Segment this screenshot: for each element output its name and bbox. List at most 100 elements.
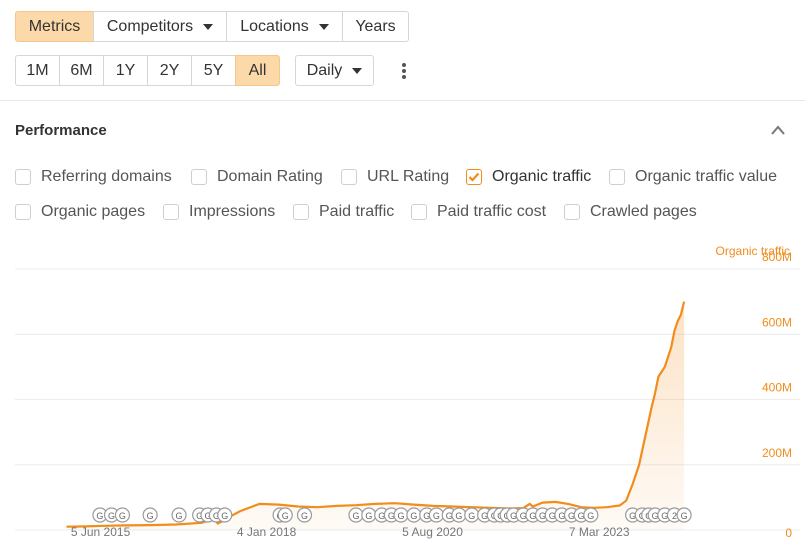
tab-metrics-label: Metrics [28, 17, 81, 35]
google-update-icon[interactable]: G [428, 507, 445, 523]
google-update-icon[interactable]: G [393, 507, 409, 523]
range-1y-button[interactable]: 1Y [103, 55, 148, 86]
x-tick-label: 5 Aug 2020 [402, 525, 463, 539]
google-update-icon[interactable]: G [171, 507, 187, 523]
tab-locations[interactable]: Locations [226, 11, 343, 42]
y-tick-label: 200M [762, 446, 792, 460]
tab-metrics[interactable]: Metrics [15, 11, 94, 42]
marker-label: G [681, 511, 688, 521]
google-update-icon[interactable]: G [296, 507, 313, 523]
metric-checkbox[interactable]: Paid traffic [293, 203, 394, 221]
marker-label: G [398, 511, 405, 521]
metric-checkbox[interactable]: URL Rating [341, 168, 449, 186]
chevron-up-icon[interactable] [770, 124, 786, 136]
caret-down-icon [352, 67, 363, 74]
section-divider [0, 100, 805, 101]
report-tabs: Metrics Competitors Locations Years [15, 11, 409, 42]
metric-checkbox[interactable]: Organic traffic [466, 168, 591, 186]
metric-checkbox[interactable]: Organic pages [15, 203, 145, 221]
chart-legend-organic-traffic[interactable]: Organic traffic [716, 244, 790, 258]
metric-label: URL Rating [367, 168, 450, 185]
marker-label: G [221, 511, 228, 521]
google-update-icon[interactable]: G [583, 507, 599, 523]
marker-label: G [301, 511, 308, 521]
checkbox-unchecked[interactable] [411, 204, 427, 220]
google-update-icon[interactable]: G [464, 507, 480, 523]
traffic-line [66, 301, 686, 528]
metric-checkbox[interactable]: Impressions [163, 203, 275, 221]
marker-label: G [108, 511, 115, 521]
marker-label: G [147, 511, 154, 521]
x-tick-label: 7 Mar 2023 [569, 525, 630, 539]
google-update-icon[interactable]: G [142, 507, 158, 523]
caret-down-icon [203, 23, 214, 30]
google-update-icon[interactable]: G [277, 507, 293, 523]
range-5y-button[interactable]: 5Y [191, 55, 236, 86]
metric-checkbox[interactable]: Crawled pages [564, 203, 697, 221]
marker-label: G [352, 511, 359, 521]
check-icon [468, 172, 480, 182]
marker-label: 2 [672, 511, 677, 521]
checkbox-unchecked[interactable] [191, 169, 207, 185]
tab-years-label: Years [355, 17, 396, 35]
marker-label: G [176, 511, 183, 521]
metric-label: Organic traffic value [635, 168, 777, 185]
caret-down-icon [318, 23, 329, 30]
tab-years[interactable]: Years [342, 11, 409, 42]
checkbox-checked[interactable] [466, 169, 482, 185]
traffic-area [66, 301, 685, 530]
google-update-icon[interactable]: G [217, 507, 233, 523]
range-all-button[interactable]: All [235, 55, 280, 86]
more-vertical-icon[interactable] [397, 61, 411, 81]
metric-label: Domain Rating [217, 168, 323, 185]
marker-label: G [365, 511, 372, 521]
range-6m-button[interactable]: 6M [59, 55, 104, 86]
marker-label: G [455, 511, 462, 521]
google-update-icon[interactable]: G [114, 507, 131, 523]
range-2y-button[interactable]: 2Y [147, 55, 192, 86]
tab-competitors[interactable]: Competitors [93, 11, 227, 42]
marker-label: G [433, 511, 440, 521]
section-title: Performance [15, 122, 107, 139]
google-update-icon[interactable]: G [361, 507, 377, 523]
interval-label: Daily [306, 61, 343, 79]
marker-label: G [96, 511, 103, 521]
metric-checkbox[interactable]: Referring domains [15, 168, 172, 186]
marker-label: G [119, 511, 126, 521]
metric-label: Impressions [189, 203, 276, 220]
checkbox-unchecked[interactable] [564, 204, 580, 220]
interval-dropdown[interactable]: Daily [295, 55, 374, 86]
google-update-icon[interactable]: G [406, 507, 422, 523]
range-label: 1M [26, 61, 49, 79]
tab-competitors-label: Competitors [106, 17, 194, 35]
date-range-selector: 1M 6M 1Y 2Y 5Y All [15, 55, 280, 86]
range-label: 2Y [159, 61, 180, 79]
metric-label: Crawled pages [590, 203, 697, 220]
google-update-icon[interactable]: G [451, 507, 467, 523]
range-label: All [248, 61, 267, 79]
metric-checkbox[interactable]: Domain Rating [191, 168, 323, 186]
organic-traffic-chart: GGGGGGGGGGGGGGGGGGGGGGGGGGGGGGGGGGGGGGGG… [15, 244, 800, 540]
x-tick-label: 4 Jan 2018 [237, 525, 297, 539]
checkbox-unchecked[interactable] [163, 204, 179, 220]
metric-label: Paid traffic [319, 203, 395, 220]
metric-label: Paid traffic cost [437, 203, 547, 220]
metric-label: Organic traffic [492, 168, 592, 185]
checkbox-unchecked[interactable] [341, 169, 357, 185]
checkbox-unchecked[interactable] [293, 204, 309, 220]
google-update-icon[interactable]: G [348, 507, 364, 523]
metric-label: Referring domains [41, 168, 172, 185]
marker-label: G [282, 511, 289, 521]
checkbox-unchecked[interactable] [609, 169, 625, 185]
metric-checkbox[interactable]: Organic traffic value [609, 168, 777, 186]
checkbox-unchecked[interactable] [15, 169, 31, 185]
metric-label: Organic pages [41, 203, 146, 220]
range-label: 6M [70, 61, 93, 79]
y-tick-label: 0 [785, 526, 792, 540]
checkbox-unchecked[interactable] [15, 204, 31, 220]
google-update-icon[interactable]: G [676, 507, 692, 523]
range-1m-button[interactable]: 1M [15, 55, 60, 86]
marker-label: G [410, 511, 417, 521]
metric-checkbox[interactable]: Paid traffic cost [411, 203, 546, 221]
y-tick-label: 400M [762, 381, 792, 395]
